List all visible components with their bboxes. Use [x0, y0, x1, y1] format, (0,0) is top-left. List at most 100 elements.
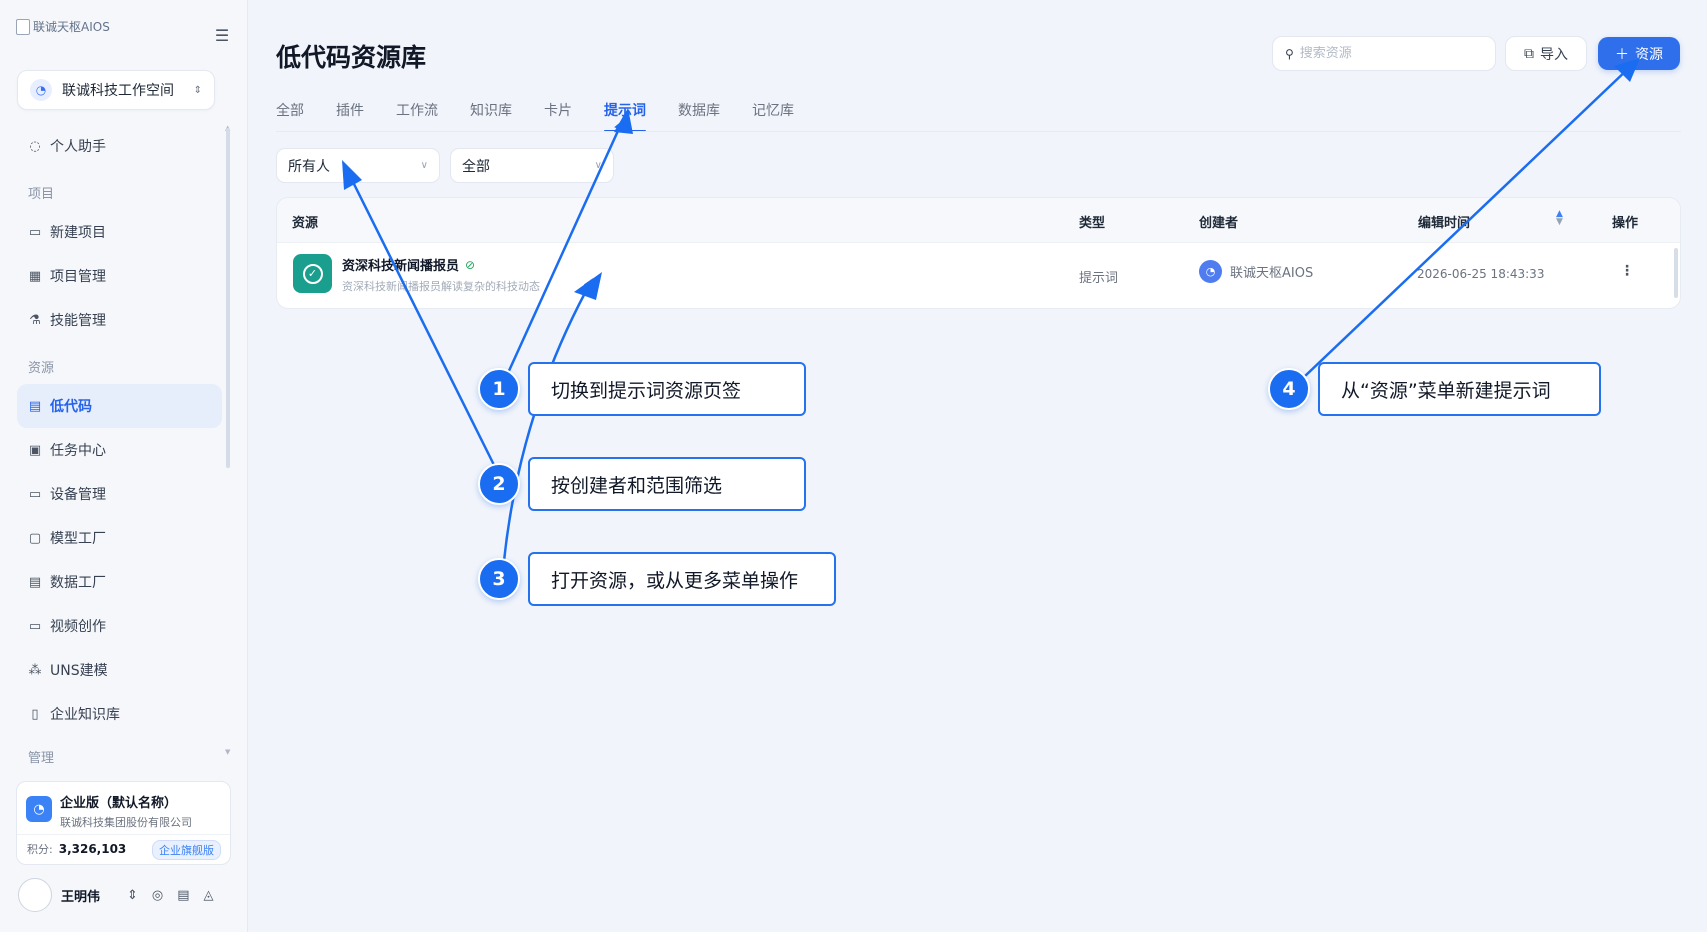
owner-filter-select[interactable]: 所有人 ∨ — [276, 148, 440, 183]
workspace-icon: ◔ — [30, 79, 52, 101]
owner-filter-value: 所有人 — [288, 158, 330, 175]
tab-prompt[interactable]: 提示词 — [604, 100, 646, 132]
sidebar-item-label: 技能管理 — [50, 313, 106, 329]
chevron-updown-icon: ⇕ — [193, 84, 202, 96]
table-header: 资源 类型 创建者 编辑时间 ▲ ▼ 操作 — [277, 198, 1680, 243]
step-2-callout: 按创建者和范围筛选 — [528, 457, 806, 511]
step-1-badge: 1 — [478, 368, 520, 410]
sidebar-item-personal-assistant[interactable]: ◌ 个人助手 — [17, 124, 222, 168]
more-menu-icon[interactable]: ⋮ — [1620, 263, 1634, 279]
laptop-icon: ▭ — [28, 486, 42, 502]
nav-section-manage: 管理 — [28, 751, 55, 766]
step-4-badge: 4 — [1268, 368, 1310, 410]
user-name[interactable]: 王明伟 — [61, 886, 127, 905]
notes-icon[interactable]: ▤ — [177, 888, 189, 903]
main-content: 低代码资源库 ⚲ ⧉ 导入 ＋ 资源 全部 插件 工作流 知识库 卡片 提示词 … — [248, 0, 1707, 932]
plus-icon: ＋ — [1615, 46, 1629, 63]
resource-creator: ◔ 联诚天枢AIOS — [1199, 260, 1313, 283]
check-circle-icon[interactable]: ◎ — [152, 888, 163, 903]
add-resource-button[interactable]: ＋ 资源 — [1598, 37, 1680, 70]
tab-workflow[interactable]: 工作流 — [396, 100, 438, 132]
sidebar: 联诚天枢AIOS ☰ ◔ 联诚科技工作空间 ⇕ ◌ 个人助手 项目 ▭ 新建项目… — [0, 0, 248, 932]
import-button[interactable]: ⧉ 导入 — [1505, 36, 1587, 71]
plan-card[interactable]: ◔ 企业版（默认名称） 联诚科技集团股份有限公司 积分: 3,326,103 企… — [16, 781, 231, 865]
user-row: 王明伟 ⇕ ◎ ▤ ◬ — [18, 878, 233, 912]
resource-type: 提示词 — [1079, 271, 1119, 286]
sidebar-item-uns-modeling[interactable]: ⁂ UNS建模 — [17, 648, 222, 692]
col-edit-time[interactable]: 编辑时间 — [1418, 212, 1470, 231]
tab-knowledge-base[interactable]: 知识库 — [470, 100, 512, 132]
plan-points: 积分: 3,326,103 — [27, 841, 126, 857]
nav-section-resource: 资源 — [28, 361, 55, 376]
chevron-down-icon: ∨ — [420, 160, 428, 171]
sidebar-item-model-factory[interactable]: ▢ 模型工厂 — [17, 516, 222, 560]
sidebar-item-video-creation[interactable]: ▭ 视频创作 — [17, 604, 222, 648]
scope-filter-value: 全部 — [462, 158, 490, 175]
tabs-divider — [276, 131, 1681, 132]
resource-title[interactable]: 资深科技新闻播报员 ⊘ — [342, 255, 476, 275]
sidebar-item-label: 设备管理 — [50, 487, 106, 503]
sidebar-item-label: 个人助手 — [50, 139, 106, 155]
chevron-down-icon: ∨ — [594, 160, 602, 171]
points-value: 3,326,103 — [58, 842, 127, 856]
sidebar-item-label: 任务中心 — [50, 443, 106, 459]
verified-icon: ⊘ — [465, 257, 476, 272]
add-resource-label: 资源 — [1635, 46, 1663, 63]
tab-all[interactable]: 全部 — [276, 100, 304, 132]
resource-title-text: 资深科技新闻播报员 — [342, 259, 460, 274]
model-icon: ▢ — [28, 530, 42, 546]
step-3-badge: 3 — [478, 558, 520, 600]
sidebar-item-new-project[interactable]: ▭ 新建项目 — [17, 210, 222, 254]
plan-company: 联诚科技集团股份有限公司 — [60, 816, 192, 829]
flask-icon: ⚗ — [29, 312, 41, 328]
workspace-label: 联诚科技工作空间 — [62, 83, 174, 99]
sidebar-item-data-factory[interactable]: ▤ 数据工厂 — [17, 560, 222, 604]
tab-plugin[interactable]: 插件 — [336, 100, 364, 132]
logo-alt-text: 联诚天枢AIOS — [33, 20, 110, 34]
sidebar-item-task-center[interactable]: ▣ 任务中心 — [17, 428, 222, 472]
step-3-callout: 打开资源，或从更多菜单操作 — [528, 552, 836, 606]
step-4-callout: 从“资源”菜单新建提示词 — [1318, 362, 1601, 416]
calendar-icon: ▣ — [28, 442, 42, 458]
sort-icon[interactable]: ▲ ▼ — [1556, 210, 1563, 227]
collapse-sidebar-icon[interactable]: ☰ — [212, 26, 232, 45]
sidebar-scrollbar[interactable] — [226, 128, 230, 468]
resource-desc: 资深科技新闻播报员解读复杂的科技动态 — [342, 280, 540, 293]
sidebar-item-low-code[interactable]: ▤ 低代码 — [17, 384, 222, 428]
col-ops: 操作 — [1612, 216, 1639, 231]
search-input[interactable] — [1299, 46, 1470, 61]
tab-card[interactable]: 卡片 — [544, 100, 572, 132]
table-row[interactable]: ✓ 资深科技新闻播报员 ⊘ 资深科技新闻播报员解读复杂的科技动态 提示词 ◔ 联… — [277, 243, 1680, 308]
tab-memory[interactable]: 记忆库 — [752, 100, 794, 132]
step-2-badge: 2 — [478, 463, 520, 505]
table-scrollbar[interactable] — [1674, 248, 1678, 298]
user-icon: ◔ — [1199, 260, 1222, 283]
sidebar-item-label: 新建项目 — [50, 225, 106, 241]
book-icon: ▯ — [31, 706, 39, 722]
scroll-down-icon[interactable]: ▼ — [225, 748, 230, 756]
sidebar-item-enterprise-kb[interactable]: ▯ 企业知识库 — [17, 692, 222, 736]
sidebar-item-label: 模型工厂 — [50, 531, 106, 547]
chat-icon: ◌ — [29, 138, 41, 154]
divider — [17, 834, 230, 835]
col-resource: 资源 — [292, 216, 319, 231]
sidebar-item-label: 数据工厂 — [50, 575, 106, 591]
video-icon: ▭ — [28, 618, 42, 634]
creator-name: 联诚天枢AIOS — [1230, 266, 1314, 281]
bell-icon[interactable]: ◬ — [204, 888, 214, 903]
step-1-callout: 切换到提示词资源页签 — [528, 362, 806, 416]
resource-tabs: 全部 插件 工作流 知识库 卡片 提示词 数据库 记忆库 — [276, 100, 826, 132]
search-box[interactable]: ⚲ — [1272, 36, 1496, 71]
sidebar-item-project-manage[interactable]: ▦ 项目管理 — [17, 254, 222, 298]
enterprise-icon: ◔ — [26, 796, 52, 822]
avatar[interactable] — [18, 878, 52, 912]
chevron-updown-icon[interactable]: ⇕ — [127, 888, 138, 903]
scope-filter-select[interactable]: 全部 ∨ — [450, 148, 614, 183]
import-label: 导入 — [1540, 46, 1568, 63]
sidebar-item-skill-manage[interactable]: ⚗ 技能管理 — [17, 298, 222, 342]
workspace-switcher[interactable]: ◔ 联诚科技工作空间 ⇕ — [17, 70, 215, 110]
tab-database[interactable]: 数据库 — [678, 100, 720, 132]
sidebar-item-label: UNS建模 — [50, 663, 108, 679]
prompt-resource-icon: ✓ — [293, 254, 332, 293]
sidebar-item-device-manage[interactable]: ▭ 设备管理 — [17, 472, 222, 516]
